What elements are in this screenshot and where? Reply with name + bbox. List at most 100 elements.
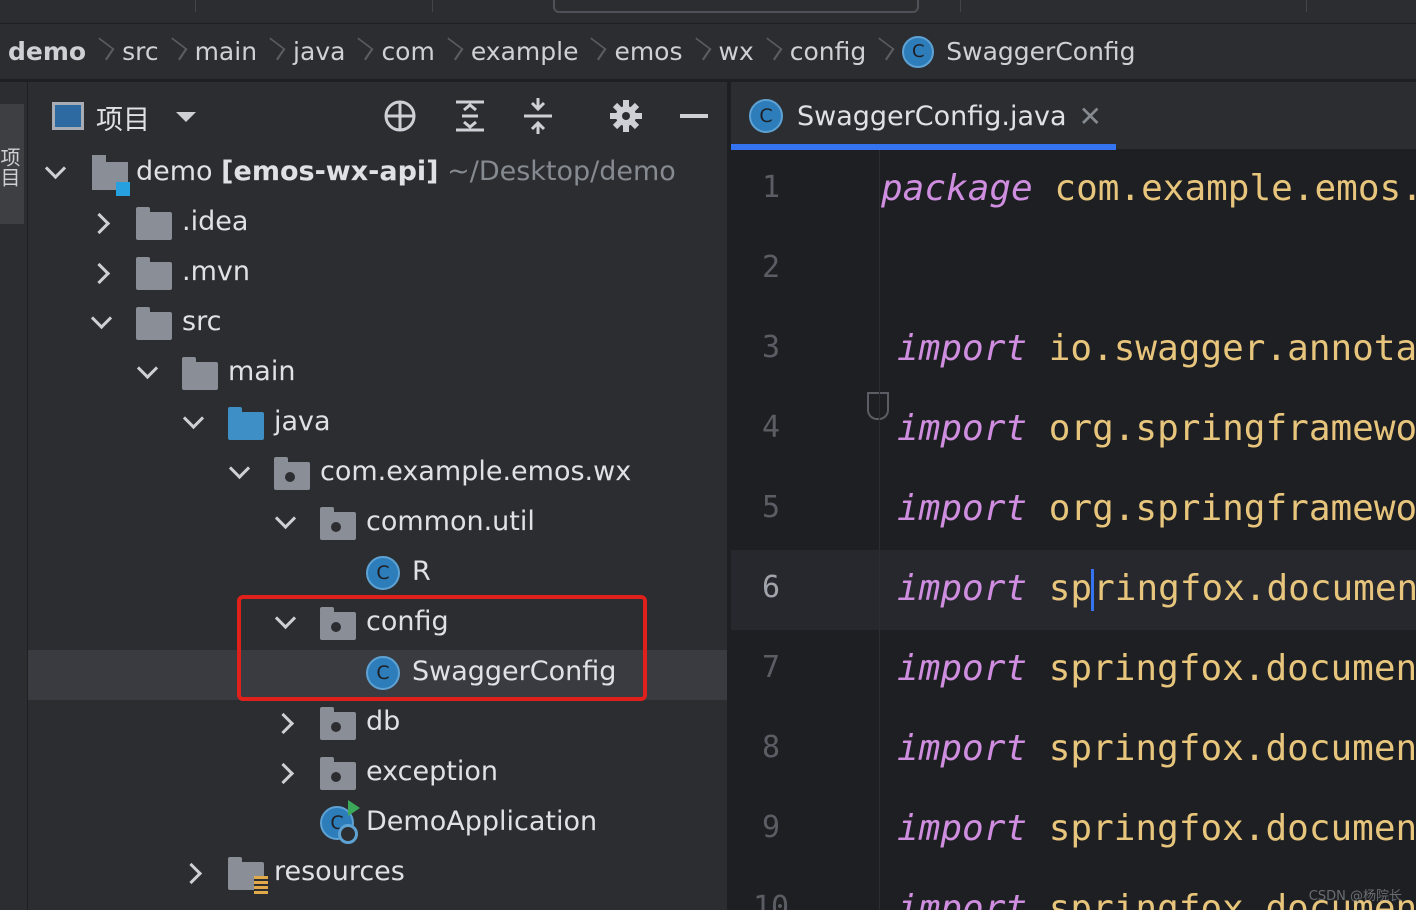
- chevron-down-icon[interactable]: [228, 461, 252, 485]
- chevron-right-icon[interactable]: [276, 761, 300, 785]
- chevron-right-icon[interactable]: [92, 211, 116, 235]
- tree-item-package-root[interactable]: com.example.emos.wx: [28, 450, 727, 500]
- code-line: 9 import springfox.documentat: [731, 790, 1416, 870]
- breadcrumb-separator: [98, 32, 110, 72]
- source-folder-icon: [228, 407, 264, 440]
- chevron-down-icon[interactable]: [176, 112, 196, 122]
- code-text: springfox.documentat: [1048, 728, 1416, 769]
- tree-item-db[interactable]: db: [28, 700, 727, 750]
- package-icon: [320, 757, 356, 790]
- minimize-icon[interactable]: [676, 98, 712, 134]
- chevron-right-icon[interactable]: [92, 261, 116, 285]
- breadcrumb-item[interactable]: wx: [719, 37, 754, 66]
- tree-item-idea[interactable]: .idea: [28, 200, 727, 250]
- run-configuration-selector[interactable]: [553, 0, 919, 13]
- project-panel-title[interactable]: 项目: [96, 98, 150, 137]
- chevron-down-icon[interactable]: [274, 611, 298, 635]
- gear-icon[interactable]: [608, 98, 644, 134]
- package-icon: [320, 707, 356, 740]
- left-tool-window-bar: 项目: [0, 82, 28, 910]
- chevron-right-icon[interactable]: [184, 861, 208, 885]
- breadcrumb-separator: [695, 32, 707, 72]
- breadcrumb-item[interactable]: example: [471, 37, 579, 66]
- breadcrumb-separator: [447, 32, 459, 72]
- tree-item-label: exception: [366, 756, 498, 787]
- chevron-right-icon[interactable]: [276, 711, 300, 735]
- breadcrumb-item[interactable]: demo: [8, 37, 86, 66]
- code-line: 3 import io.swagger.annotatio: [731, 310, 1416, 390]
- toolbar-separator: [432, 0, 433, 12]
- breadcrumb-separator: [766, 32, 778, 72]
- tree-item-label: main: [228, 356, 296, 387]
- keyword: import: [897, 888, 1028, 910]
- chevron-down-icon[interactable]: [90, 311, 114, 335]
- breadcrumb-item-swaggerconfig[interactable]: C SwaggerConfig: [902, 35, 1136, 68]
- toolbar-separator: [195, 0, 196, 12]
- project-panel-header: 项目: [28, 82, 727, 150]
- tree-item-swaggerconfig[interactable]: C SwaggerConfig: [28, 650, 727, 700]
- code-line: 1 package com.example.emos.wx: [731, 150, 1416, 230]
- module-icon: [92, 155, 130, 196]
- fold-marker-icon[interactable]: [867, 392, 889, 420]
- chevron-down-icon[interactable]: [44, 161, 68, 185]
- tree-item-label: src: [182, 306, 222, 337]
- tree-item-label: SwaggerConfig: [412, 656, 617, 687]
- breadcrumb-separator: [878, 32, 890, 72]
- gutter-divider: [879, 150, 880, 910]
- keyword: import: [897, 568, 1028, 609]
- code-area[interactable]: 1 package com.example.emos.wx 2 3 import…: [731, 150, 1416, 910]
- tree-item-label: R: [412, 556, 431, 587]
- main-toolbar: [0, 0, 1416, 24]
- code-text: springfox.documentat: [1048, 648, 1416, 689]
- keyword: import: [897, 328, 1028, 369]
- chevron-down-icon[interactable]: [182, 411, 206, 435]
- breadcrumb-item[interactable]: src: [122, 37, 159, 66]
- breadcrumb-item[interactable]: main: [195, 37, 257, 66]
- editor-tab-swaggerconfig[interactable]: C SwaggerConfig.java ✕: [731, 82, 1116, 150]
- package-icon: [274, 457, 310, 490]
- package-icon: [320, 607, 356, 640]
- breadcrumb-item[interactable]: emos: [614, 37, 682, 66]
- code-line: 5 import org.springframework.: [731, 470, 1416, 550]
- tree-item-demoapplication[interactable]: C DemoApplication: [28, 800, 727, 850]
- tree-item-label: db: [366, 706, 401, 737]
- close-icon[interactable]: ✕: [1079, 100, 1102, 133]
- line-number: 6: [761, 570, 781, 605]
- project-path: ~/Desktop/demo: [447, 156, 676, 187]
- folder-icon: [182, 357, 218, 390]
- crosshair-icon[interactable]: [382, 98, 418, 134]
- breadcrumb-separator: [590, 32, 602, 72]
- keyword: import: [897, 648, 1028, 689]
- breadcrumb-item[interactable]: com: [381, 37, 434, 66]
- code-text: org.springframework.: [1048, 488, 1416, 529]
- tree-item-common-util[interactable]: common.util: [28, 500, 727, 550]
- tree-item-java[interactable]: java: [28, 400, 727, 450]
- code-line: 7 import springfox.documentat: [731, 630, 1416, 710]
- line-number: 4: [761, 410, 781, 445]
- code-line-current: 6 import springfox.documentat: [731, 550, 1416, 630]
- line-number: 2: [761, 250, 781, 285]
- tree-item-label: java: [274, 406, 331, 437]
- project-tool-window-tab[interactable]: 项目: [0, 104, 24, 224]
- code-text: io.swagger.annotatio: [1048, 328, 1416, 369]
- tree-item-demo[interactable]: demo [emos-wx-api] ~/Desktop/demo: [28, 150, 727, 200]
- tree-item-resources[interactable]: resources: [28, 850, 727, 900]
- tree-item-exception[interactable]: exception: [28, 750, 727, 800]
- tree-item-main[interactable]: main: [28, 350, 727, 400]
- breadcrumb-item[interactable]: java: [293, 37, 345, 66]
- code-text: springfox.documentat: [1048, 808, 1416, 849]
- tree-item-config[interactable]: config: [28, 600, 727, 650]
- expand-all-icon[interactable]: [452, 98, 488, 134]
- line-number: 10: [752, 890, 790, 910]
- tree-item-r[interactable]: C R: [28, 550, 727, 600]
- tree-item-src[interactable]: src: [28, 300, 727, 350]
- breadcrumb-item[interactable]: config: [790, 37, 867, 66]
- editor-tab-label: SwaggerConfig.java: [797, 100, 1067, 132]
- folder-icon: [136, 257, 172, 290]
- collapse-all-icon[interactable]: [520, 98, 556, 134]
- chevron-down-icon[interactable]: [274, 511, 298, 535]
- tree-item-mvn[interactable]: .mvn: [28, 250, 727, 300]
- code-line: 4 import org.springframework.: [731, 390, 1416, 470]
- chevron-down-icon[interactable]: [136, 361, 160, 385]
- line-number: 9: [761, 810, 781, 845]
